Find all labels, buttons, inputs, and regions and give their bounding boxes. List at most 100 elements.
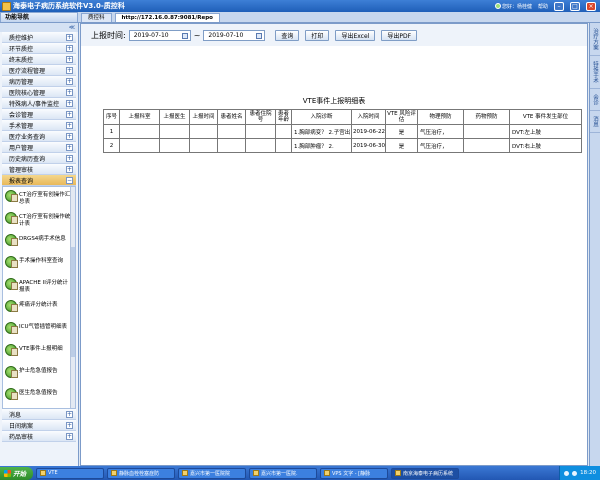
report-menu-item[interactable]: 疼痛评分统计表 — [3, 297, 75, 319]
sidebar-item[interactable]: 管理审核 + — [2, 164, 76, 175]
table-cell — [159, 138, 190, 153]
report-menu-item[interactable]: 医生危急值报告 — [3, 385, 75, 407]
sidebar-item-reports[interactable]: 报表查询 − — [2, 175, 76, 186]
expand-plus-icon[interactable]: + — [66, 34, 73, 41]
expand-plus-icon[interactable]: + — [66, 100, 73, 107]
expand-plus-icon[interactable]: + — [66, 78, 73, 85]
sidebar-item[interactable]: 特殊病人/事件监控 + — [2, 98, 76, 109]
taskbar-task[interactable]: 南京海泰电子病历系统 — [391, 467, 459, 479]
minimize-button[interactable]: – — [554, 1, 564, 11]
taskbar-task[interactable]: 嘉兴市第一医院. — [249, 467, 317, 479]
export-pdf-button[interactable]: 导出PDF — [381, 29, 418, 41]
sidebar-item-label: 日间病案 — [9, 422, 34, 430]
report-doc-icon — [5, 344, 18, 356]
sidebar-item[interactable]: 会诊管理 + — [2, 109, 76, 120]
sidebar-item[interactable]: 用户管理 + — [2, 142, 76, 153]
report-menu-item[interactable]: 手术操作科室查询 — [3, 253, 75, 275]
sidebar-item-label: 管理审核 — [9, 166, 34, 174]
column-header: 物理预防 — [417, 109, 464, 125]
tab-quality-control[interactable]: 质控科 — [81, 13, 112, 22]
expand-plus-icon[interactable]: + — [66, 133, 73, 140]
table-cell: 2 — [103, 138, 120, 153]
table-cell — [119, 124, 160, 139]
clock: 18:20 — [580, 470, 596, 476]
right-panel-tab[interactable]: 特殊手术 — [590, 56, 600, 89]
print-button[interactable]: 打印 — [305, 29, 330, 41]
report-menu-item[interactable]: APACHE II评分统计报表 — [3, 275, 75, 297]
report-doc-icon — [5, 300, 18, 312]
expand-plus-icon[interactable]: + — [66, 56, 73, 63]
report-menu-label: 医生危急值报告 — [19, 390, 58, 396]
expand-plus-icon[interactable]: + — [66, 155, 73, 162]
sidebar-item[interactable]: 药品审核 + — [2, 431, 76, 442]
expand-plus-icon[interactable]: + — [66, 144, 73, 151]
expand-plus-icon[interactable]: + — [66, 433, 73, 440]
sidebar-item[interactable]: 消息 + — [2, 409, 76, 420]
expand-plus-icon[interactable]: + — [66, 422, 73, 429]
tab-report-url[interactable]: http://172.16.0.87:9081/Repo — [114, 13, 220, 22]
taskbar-task[interactable]: 静脉血栓栓塞症防 — [107, 467, 175, 479]
collapse-minus-icon[interactable]: − — [66, 177, 73, 184]
table-cell: 1 — [103, 124, 120, 139]
sidebar-item-label: 消息 — [9, 411, 22, 419]
sidebar-collapse-bar[interactable]: ≪ — [0, 23, 78, 32]
sidebar-item[interactable]: 质控维护 + — [2, 32, 76, 43]
table-cell: DVT:右上肢 — [509, 138, 582, 153]
collapse-chevron-icon[interactable]: ≪ — [69, 24, 75, 31]
report-menu-item[interactable]: DRGS4病手术信息 — [3, 231, 75, 253]
taskbar-task[interactable]: VPS 文字 - [静脉 — [320, 467, 388, 479]
nav-title: 功能导航 — [0, 12, 78, 22]
sidebar-item[interactable]: 环节质控 + — [2, 43, 76, 54]
report-menu-item[interactable]: CT治疗室有创操作统计表 — [3, 209, 75, 231]
table-cell — [189, 138, 218, 153]
expand-plus-icon[interactable]: + — [66, 45, 73, 52]
sidebar-item[interactable]: 医疗流程管理 + — [2, 65, 76, 76]
sidebar-item[interactable]: 病历管理 + — [2, 76, 76, 87]
expand-plus-icon[interactable]: + — [66, 166, 73, 173]
sidebar-item-label: 终末质控 — [9, 56, 34, 64]
export-excel-button[interactable]: 导出Excel — [335, 29, 376, 41]
close-button[interactable]: × — [586, 1, 596, 11]
report-table: 序号 上报科室 上报医生 上报时间 患者姓名 患者住院号 患者年龄 入院诊断 入院时间 VTE 风… — [103, 109, 582, 153]
right-panel-tab[interactable]: 治疗方案 — [590, 23, 600, 56]
report-doc-icon — [5, 234, 18, 246]
table-cell — [217, 138, 246, 153]
sidebar-item[interactable]: 日间病案 + — [2, 420, 76, 431]
tray-volume-icon[interactable] — [572, 470, 578, 476]
submenu-scrollbar[interactable] — [70, 187, 75, 408]
report-menu-item[interactable]: 护士危急值报告 — [3, 363, 75, 385]
tray-network-icon[interactable] — [564, 470, 570, 476]
table-row[interactable]: 2 1.胸部肿瘤？ 2. 2019-06-30 是气压治疗， DVT:右上肢 — [103, 138, 582, 153]
title-bar: 海泰电子病历系统软件V3.0-质控科 您好：杨桂健 帮助 – □ × — [0, 0, 600, 12]
expand-plus-icon[interactable]: + — [66, 111, 73, 118]
task-label: VPS 文字 - [静脉 — [332, 470, 371, 477]
report-menu-item[interactable]: ICU气管插管明细表 — [3, 319, 75, 341]
date-to-input[interactable]: 2019-07-10 — [203, 29, 266, 41]
expand-plus-icon[interactable]: + — [66, 67, 73, 74]
calendar-icon[interactable] — [256, 32, 263, 39]
app-icon — [111, 470, 117, 476]
sidebar-item[interactable]: 医院核心管理 + — [2, 87, 76, 98]
date-from-input[interactable]: 2019-07-10 — [128, 29, 191, 41]
expand-plus-icon[interactable]: + — [66, 89, 73, 96]
taskbar-task[interactable]: 嘉兴市第一医院院 — [178, 467, 246, 479]
right-panel-tab[interactable]: 消息 — [590, 111, 600, 133]
table-row[interactable]: 1 1.胸部病变？ 2.子宫出 2019-06-22 是气压治疗， DVT:左上肢 — [103, 124, 582, 139]
taskbar-task[interactable]: VTE — [36, 467, 104, 479]
scrollbar-thumb[interactable] — [71, 247, 75, 357]
maximize-button[interactable]: □ — [570, 1, 580, 11]
query-button[interactable]: 查询 — [275, 29, 300, 41]
report-menu-item[interactable]: VTE事件上报明细 — [3, 341, 75, 363]
table-cell: 1.胸部病变？ 2.子宫出 — [291, 124, 352, 139]
expand-plus-icon[interactable]: + — [66, 122, 73, 129]
report-menu-item[interactable]: CT治疗室有创操作汇总表 — [3, 187, 75, 209]
calendar-icon[interactable] — [181, 32, 188, 39]
sidebar-item[interactable]: 医疗业务查询 + — [2, 131, 76, 142]
sidebar-item[interactable]: 历史病历查询 + — [2, 153, 76, 164]
sidebar-item[interactable]: 终末质控 + — [2, 54, 76, 65]
sidebar-item[interactable]: 手术管理 + — [2, 120, 76, 131]
expand-plus-icon[interactable]: + — [66, 411, 73, 418]
help-link[interactable]: 帮助 — [538, 3, 548, 10]
right-panel-tab[interactable]: 会诊 — [590, 89, 600, 111]
start-button[interactable]: 开始 — [0, 466, 33, 480]
